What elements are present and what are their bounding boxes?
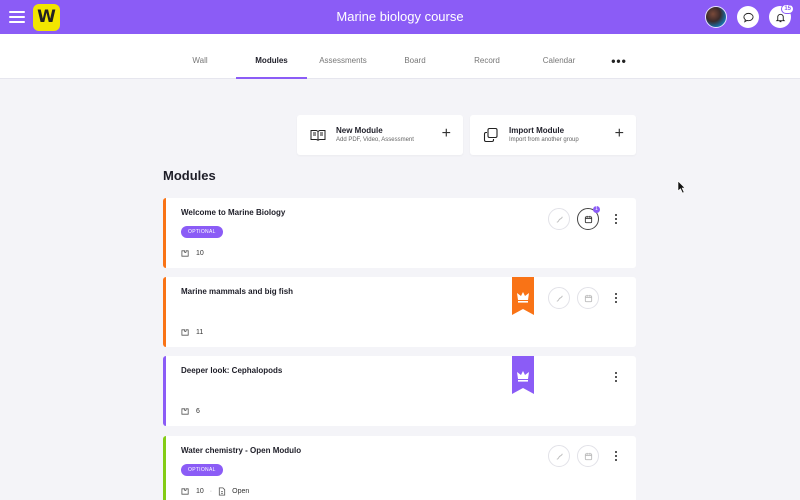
path-button[interactable]: [548, 208, 570, 230]
puzzle-pieces-icon: [181, 408, 189, 415]
calendar-icon: [584, 294, 592, 302]
tab-wall[interactable]: Wall: [180, 34, 220, 79]
path-icon: [556, 216, 563, 223]
hamburger-icon[interactable]: [9, 9, 25, 25]
new-module-button[interactable]: New Module Add PDF, Video, Assessment +: [297, 115, 463, 155]
document-icon: [219, 487, 226, 496]
module-card[interactable]: Welcome to Marine Biology OPTIONAL 10 1: [163, 198, 636, 268]
copy-squares-icon: [483, 127, 498, 143]
course-title: Marine biology course: [336, 9, 464, 24]
import-module-title: Import Module: [509, 126, 565, 135]
module-meta: 6: [181, 407, 200, 416]
course-tabs: Wall Modules Assessments Board Record Ca…: [0, 34, 800, 79]
pieces-count: 10: [196, 488, 204, 495]
optional-tag: OPTIONAL: [181, 226, 223, 238]
calendar-icon: [584, 452, 592, 460]
notifications-button[interactable]: 15: [769, 4, 794, 28]
module-card[interactable]: Water chemistry - Open Modulo OPTIONAL 1…: [163, 436, 636, 500]
module-title: Deeper look: Cephalopods: [181, 366, 283, 375]
pieces-count: 6: [196, 408, 200, 415]
plus-icon: +: [441, 125, 451, 142]
module-stripe: [163, 436, 166, 500]
module-status: Open: [232, 488, 250, 495]
calendar-button[interactable]: [577, 287, 599, 309]
premium-ribbon: [512, 277, 534, 315]
pieces-count: 10: [196, 250, 204, 257]
more-tabs-button[interactable]: •••: [609, 34, 629, 79]
mouse-cursor-icon: [677, 180, 686, 194]
chat-button[interactable]: [737, 6, 759, 28]
app-logo[interactable]: W: [33, 4, 60, 31]
module-meta: 11: [181, 328, 203, 337]
path-button[interactable]: [548, 287, 570, 309]
tab-calendar[interactable]: Calendar: [536, 34, 582, 79]
pieces-count: 11: [196, 329, 204, 336]
chat-bubble-icon: [742, 12, 754, 23]
meta-separator: ·: [209, 488, 213, 495]
module-stripe: [163, 198, 166, 268]
puzzle-pieces-icon: [181, 329, 189, 336]
calendar-icon: [584, 215, 592, 223]
puzzle-pieces-icon: [181, 488, 189, 495]
module-title: Welcome to Marine Biology: [181, 208, 286, 217]
optional-tag: OPTIONAL: [181, 464, 223, 476]
tab-assessments[interactable]: Assessments: [314, 34, 372, 79]
module-title: Water chemistry - Open Modulo: [181, 446, 302, 455]
notification-badge: 15: [781, 4, 794, 14]
module-menu-button[interactable]: [611, 212, 621, 226]
puzzle-pieces-icon: [181, 250, 189, 257]
module-card[interactable]: Deeper look: Cephalopods 6: [163, 356, 636, 426]
tab-record[interactable]: Record: [468, 34, 506, 79]
import-module-subtitle: Import from another group: [509, 137, 579, 143]
calendar-button[interactable]: 1: [577, 206, 600, 230]
new-module-subtitle: Add PDF, Video, Assessment: [336, 137, 414, 143]
module-menu-button[interactable]: [611, 291, 621, 305]
calendar-badge: 1: [593, 206, 600, 213]
module-card[interactable]: Marine mammals and big fish 11: [163, 277, 636, 347]
top-bar: W Marine biology course 15: [0, 0, 800, 34]
module-menu-button[interactable]: [611, 449, 621, 463]
module-title: Marine mammals and big fish: [181, 287, 294, 296]
tab-modules[interactable]: Modules: [236, 34, 307, 79]
new-module-title: New Module: [336, 126, 383, 135]
path-icon: [556, 295, 563, 302]
open-book-icon: [310, 130, 326, 141]
calendar-button[interactable]: [577, 445, 599, 467]
module-meta: 10 · Open: [181, 487, 249, 496]
plus-icon: +: [614, 125, 624, 142]
premium-ribbon: [512, 356, 534, 394]
user-avatar[interactable]: [705, 6, 727, 28]
module-meta: 10: [181, 249, 204, 258]
module-menu-button[interactable]: [611, 370, 621, 384]
module-stripe: [163, 356, 166, 426]
path-icon: [556, 453, 563, 460]
tab-board[interactable]: Board: [397, 34, 433, 79]
import-module-button[interactable]: Import Module Import from another group …: [470, 115, 636, 155]
modules-heading: Modules: [163, 168, 216, 183]
module-stripe: [163, 277, 166, 347]
path-button[interactable]: [548, 445, 570, 467]
